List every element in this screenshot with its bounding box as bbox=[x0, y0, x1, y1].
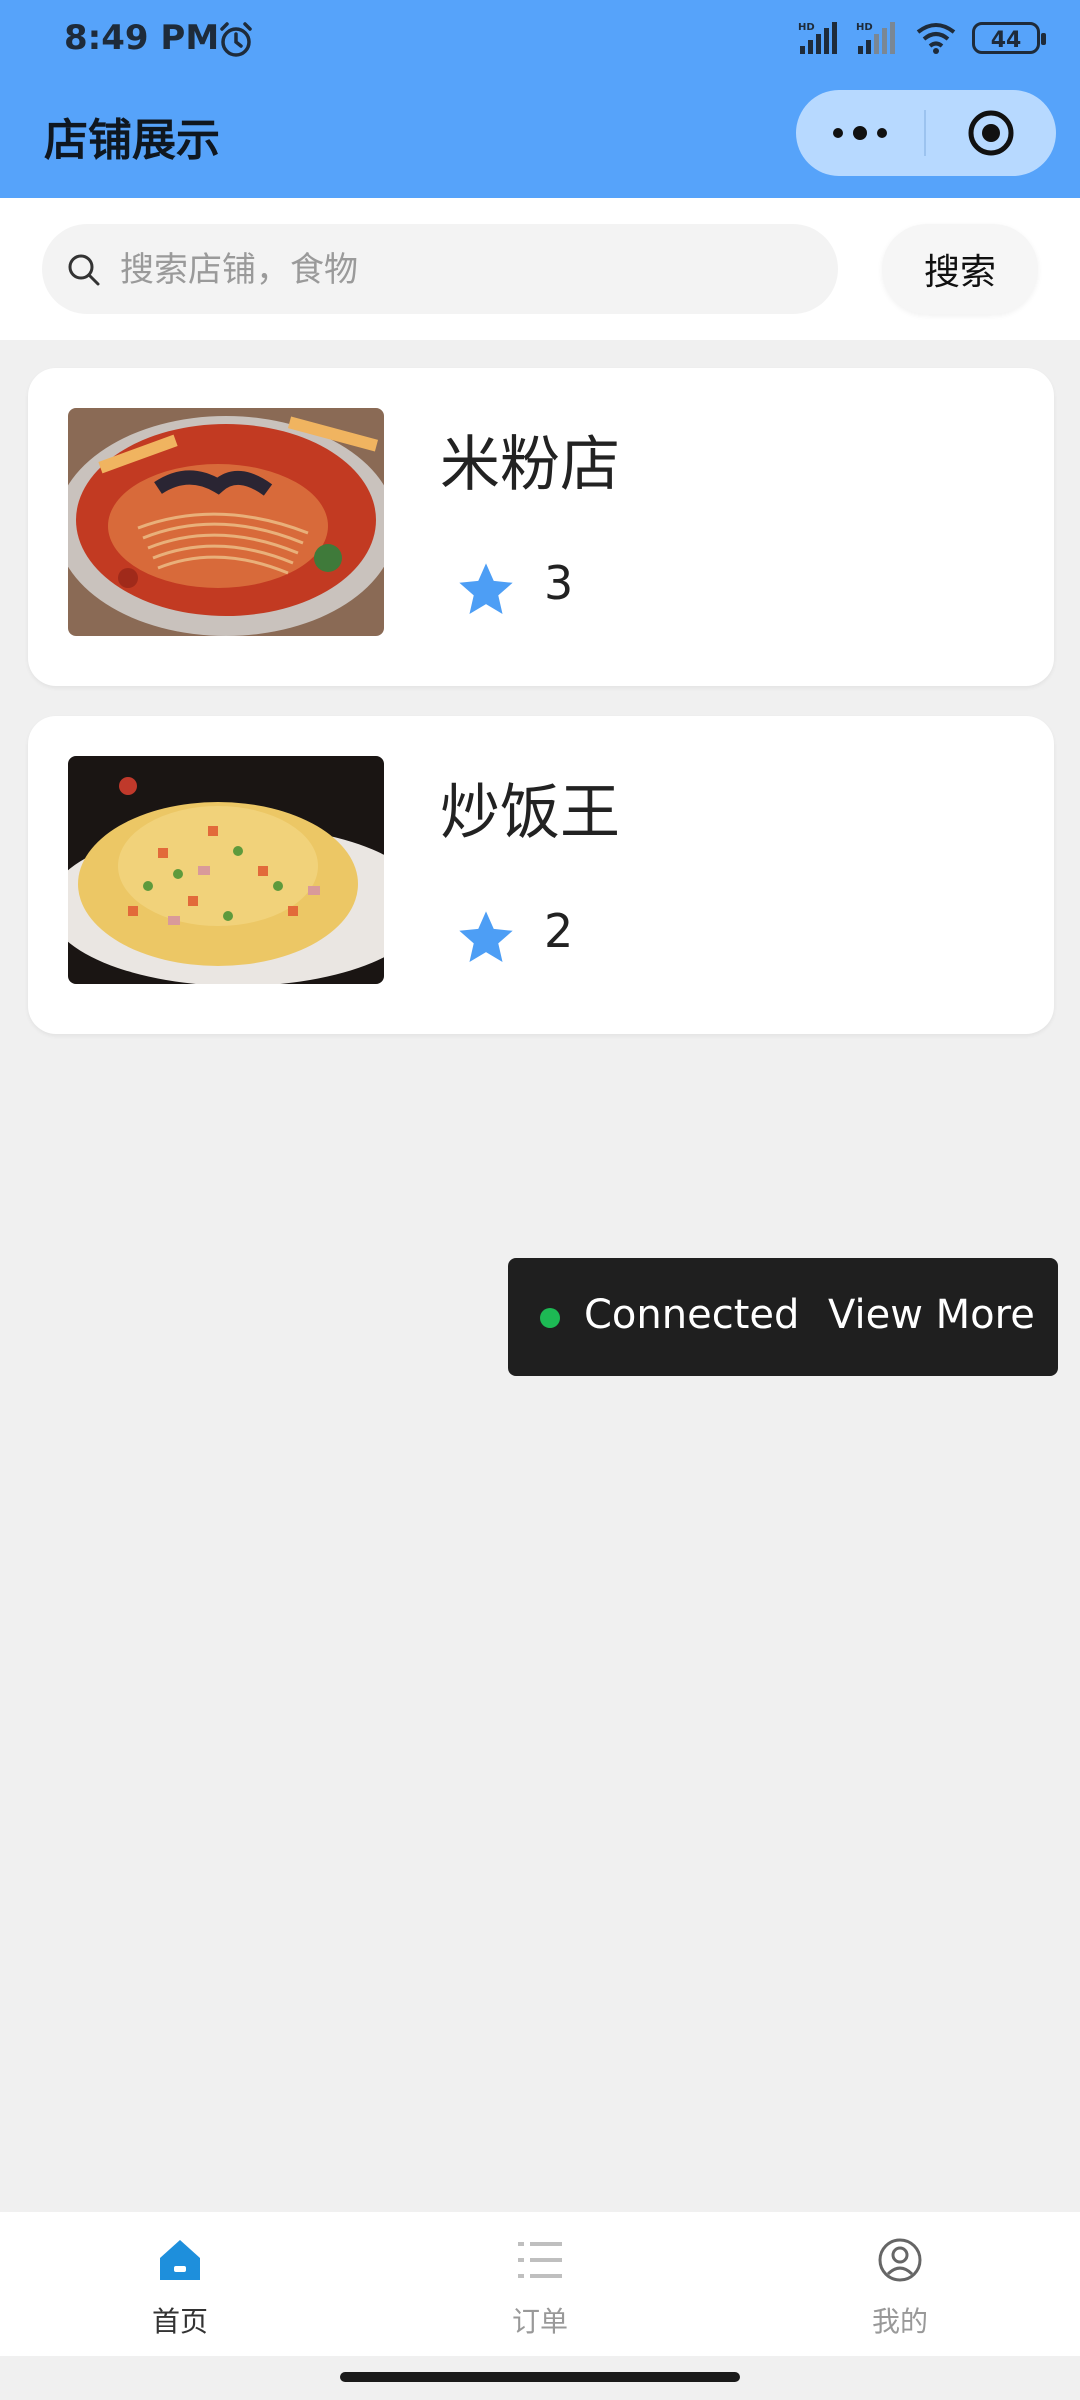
connection-toast: Connected View More bbox=[508, 1258, 1058, 1376]
connected-indicator bbox=[540, 1308, 560, 1328]
search-button[interactable]: 搜索 bbox=[882, 224, 1038, 314]
wifi-icon bbox=[916, 23, 956, 54]
shop-card[interactable]: 炒饭王 2 bbox=[28, 716, 1054, 1034]
page-title: 店铺展示 bbox=[44, 115, 220, 166]
svg-text:HD: HD bbox=[798, 22, 815, 33]
shop-rating: 3 bbox=[544, 556, 574, 610]
shop-rating: 2 bbox=[544, 904, 574, 958]
tab-profile[interactable]: 我的 bbox=[720, 2212, 1080, 2356]
shop-name: 炒饭王 bbox=[440, 778, 620, 848]
shop-image-fried-rice bbox=[68, 756, 384, 984]
bottom-tab-bar: 首页 订单 我的 bbox=[0, 2212, 1080, 2356]
home-icon bbox=[160, 2240, 200, 2280]
alarm-icon bbox=[220, 22, 252, 57]
app-header: 8:49 PM HD HD 44 店铺展示 bbox=[0, 0, 1080, 198]
shop-card[interactable]: 米粉店 3 bbox=[28, 368, 1054, 686]
target-icon bbox=[968, 110, 1014, 156]
view-more-link[interactable]: View More bbox=[828, 1292, 1035, 1338]
search-bar: 搜索 bbox=[0, 198, 1080, 340]
search-field[interactable] bbox=[42, 224, 838, 316]
connection-status: Connected bbox=[584, 1292, 800, 1338]
shop-image-rice-noodle bbox=[68, 408, 384, 636]
svg-text:HD: HD bbox=[856, 22, 873, 33]
tab-orders[interactable]: 订单 bbox=[360, 2212, 720, 2356]
status-icons: HD HD 44 bbox=[798, 20, 1046, 56]
close-miniprogram-button[interactable] bbox=[926, 90, 1056, 176]
status-time: 8:49 PM bbox=[64, 18, 220, 58]
more-dots-icon bbox=[833, 126, 887, 140]
star-icon bbox=[459, 911, 513, 962]
tab-label: 首页 bbox=[151, 2305, 208, 2338]
list-icon bbox=[518, 2242, 562, 2278]
shop-name: 米粉店 bbox=[440, 430, 620, 500]
user-icon bbox=[878, 2238, 922, 2282]
tab-label: 订单 bbox=[511, 2305, 568, 2338]
signal-icon: HD bbox=[798, 22, 837, 54]
star-icon bbox=[459, 563, 513, 614]
mini-program-capsule bbox=[796, 90, 1056, 176]
more-options-button[interactable] bbox=[796, 90, 924, 176]
search-input[interactable] bbox=[118, 224, 822, 316]
home-indicator[interactable] bbox=[340, 2372, 740, 2382]
signal-icon-2: HD bbox=[856, 22, 895, 54]
search-icon bbox=[68, 254, 100, 286]
tab-label: 我的 bbox=[871, 2305, 928, 2338]
battery-indicator: 44 bbox=[972, 22, 1046, 54]
tab-home[interactable]: 首页 bbox=[0, 2212, 360, 2356]
